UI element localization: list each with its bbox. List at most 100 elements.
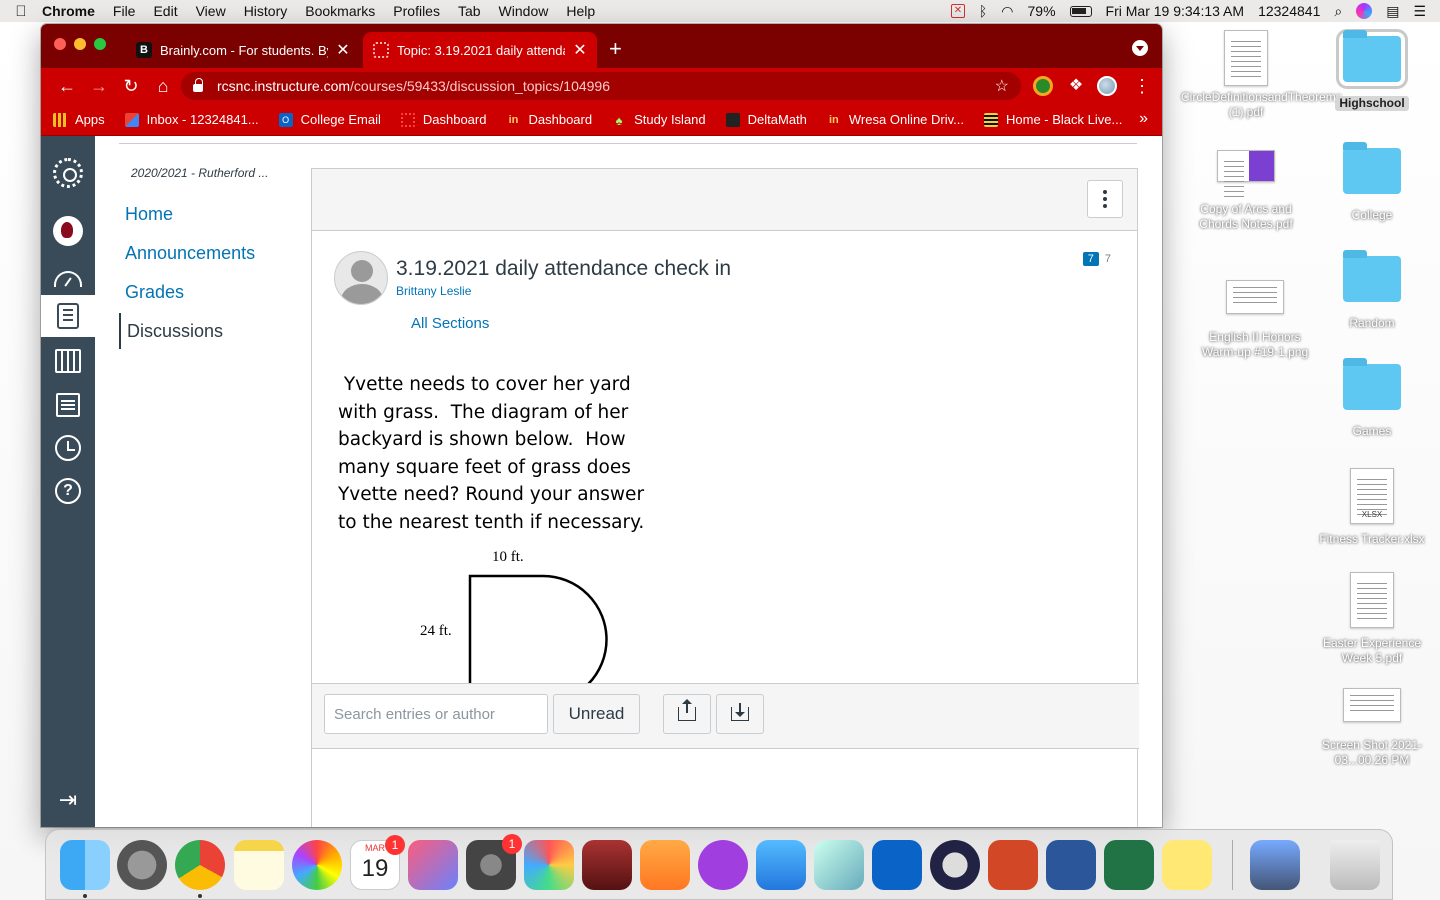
menu-bookmarks[interactable]: Bookmarks [305, 3, 375, 19]
canvas-logo-link[interactable] [41, 152, 95, 194]
back-arrow-icon[interactable]: ← [51, 72, 83, 100]
discussion-author-link[interactable]: Brittany Leslie [396, 284, 471, 298]
finder-icon[interactable] [60, 840, 110, 890]
battery-percent[interactable]: 79% [1028, 3, 1056, 19]
spotlight-icon[interactable]: ⌕ [1334, 3, 1342, 20]
expand-threads-button[interactable] [663, 694, 711, 734]
control-center-icon[interactable]: ▤ [1386, 3, 1399, 20]
podcasts-icon[interactable] [698, 840, 748, 890]
chrome-icon[interactable] [175, 840, 225, 890]
chrome-menu-kebab-icon[interactable]: ⋮ [1133, 76, 1151, 96]
courses-nav-item[interactable] [41, 295, 95, 337]
apple-menu-icon[interactable]:  [0, 3, 42, 20]
system-preferences-gear-icon[interactable]: 1 [466, 834, 522, 890]
bookmark-blm[interactable]: Home - Black Live... [984, 112, 1122, 127]
desktop-folder-highschool[interactable]: Highschool [1307, 29, 1437, 112]
stickies-icon[interactable] [1162, 840, 1212, 890]
siri-icon[interactable] [1356, 3, 1373, 19]
course-nav-home[interactable]: Home [119, 202, 309, 241]
bookmark-study-island[interactable]: ♠ Study Island [612, 112, 706, 128]
address-bar[interactable]: rcsnc.instructure.com/courses/59433/disc… [181, 72, 1021, 100]
menu-tab[interactable]: Tab [458, 3, 481, 19]
pages-icon[interactable] [640, 840, 690, 890]
trash-icon[interactable] [1330, 840, 1380, 890]
tab-search-icon[interactable] [1132, 40, 1148, 56]
bookmark-deltamath[interactable]: DeltaMath [725, 112, 807, 127]
app-grid-icon[interactable] [524, 840, 574, 890]
menu-help[interactable]: Help [566, 3, 595, 19]
calendar-nav-item[interactable] [41, 340, 95, 382]
menu-edit[interactable]: Edit [153, 3, 177, 19]
extensions-puzzle-icon[interactable]: ❖ [1066, 76, 1086, 96]
fullscreen-window-button[interactable] [94, 38, 106, 50]
powerpoint-icon[interactable] [988, 840, 1038, 890]
collapse-threads-button[interactable] [716, 694, 764, 734]
account-nav-item[interactable] [41, 210, 95, 252]
menubar-user[interactable]: 12324841 [1258, 3, 1320, 19]
image-capture-icon[interactable] [1250, 840, 1300, 890]
battery-icon[interactable] [1069, 5, 1092, 17]
tab-brainly[interactable]: B Brainly.com - For students. By ✕ [126, 32, 360, 68]
photos-icon[interactable] [292, 840, 342, 890]
wifi-icon[interactable]: ◠ [1001, 3, 1013, 20]
desktop-file-circle-definitions[interactable]: CircleDefinitionsandTheorems (1).pdf [1181, 30, 1342, 120]
preview-eagle-icon[interactable] [814, 840, 864, 890]
history-nav-item[interactable] [41, 427, 95, 469]
quicktime-icon[interactable] [930, 840, 980, 890]
menubar-clock[interactable]: Fri Mar 19 9:34:13 AM [1106, 3, 1245, 19]
course-nav-discussions[interactable]: Discussions [119, 313, 309, 349]
tab-canvas-topic[interactable]: Topic: 3.19.2021 daily attendan ✕ [363, 32, 597, 68]
menu-window[interactable]: Window [499, 3, 549, 19]
desktop-file-english-warmup[interactable]: English II Honors Warm-up #19-1.png [1190, 280, 1320, 360]
bookmark-star-icon[interactable]: ☆ [995, 76, 1009, 96]
help-nav-item[interactable]: ? [41, 470, 95, 512]
extension-timer-icon[interactable] [1033, 76, 1053, 96]
menu-history[interactable]: History [244, 3, 288, 19]
profile-avatar-icon[interactable] [1097, 76, 1117, 96]
inbox-nav-item[interactable] [41, 384, 95, 426]
reload-icon[interactable]: ↻ [115, 72, 147, 100]
desktop-file-screenshot[interactable]: Screen Shot 2021-03...00.26 PM [1307, 688, 1437, 768]
desktop-file-arcs-chords[interactable]: Copy of Arcs and Chords Notes.pdf [1181, 150, 1311, 232]
lock-icon[interactable] [193, 78, 203, 92]
launchpad-rocket-icon[interactable] [117, 840, 167, 890]
dashboard-nav-item[interactable] [41, 258, 95, 300]
desktop-folder-games[interactable]: Games [1307, 358, 1437, 439]
bookmark-apps[interactable]: Apps [53, 112, 105, 127]
menu-file[interactable]: File [113, 3, 136, 19]
home-icon[interactable]: ⌂ [147, 72, 179, 100]
bookmark-dashboard-tin[interactable]: in Dashboard [506, 112, 593, 127]
close-tab-icon[interactable]: ✕ [336, 40, 350, 60]
course-nav-announcements[interactable]: Announcements [119, 241, 309, 280]
desktop-folder-college[interactable]: College [1307, 142, 1437, 223]
search-entries-input[interactable] [324, 694, 548, 734]
excel-icon[interactable] [1104, 840, 1154, 890]
minimize-window-button[interactable] [74, 38, 86, 50]
forward-arrow-icon[interactable]: → [83, 72, 115, 100]
bookmark-dashboard-canvas[interactable]: Dashboard [400, 112, 486, 127]
unread-filter-button[interactable]: Unread [553, 694, 640, 734]
calendar-icon[interactable]: MAR 19 1 [350, 835, 405, 890]
menu-view[interactable]: View [196, 3, 226, 19]
desktop-file-easter-experience[interactable]: Easter Experience Week 5.pdf [1307, 572, 1437, 666]
bluetooth-icon[interactable]: ᛒ [979, 3, 987, 19]
bookmark-wresa[interactable]: in Wresa Online Driv... [827, 112, 964, 127]
discussion-sections-link[interactable]: All Sections [411, 315, 489, 332]
new-tab-plus-icon[interactable]: + [609, 36, 622, 62]
keynote-icon[interactable] [756, 840, 806, 890]
bookmarks-overflow-chevron-icon[interactable]: » [1139, 110, 1148, 128]
music-icon[interactable] [408, 840, 458, 890]
close-tab-icon[interactable]: ✕ [573, 40, 587, 60]
desktop-file-fitness-tracker[interactable]: XLSX Fitness Tracker.xlsx [1307, 468, 1437, 547]
close-window-button[interactable] [54, 38, 66, 50]
menubar-app-name[interactable]: Chrome [42, 3, 95, 19]
word-icon[interactable] [1046, 840, 1096, 890]
desktop-folder-random[interactable]: Random [1307, 250, 1437, 331]
discussion-options-kebab-icon[interactable] [1087, 180, 1123, 218]
menubar-extension-icon[interactable]: ✕ [950, 4, 965, 18]
bookmark-college-email[interactable]: O College Email [278, 112, 381, 127]
collapse-nav-button[interactable]: ⇥ [41, 779, 95, 821]
notification-center-icon[interactable]: ☰ [1413, 3, 1426, 20]
menu-profiles[interactable]: Profiles [393, 3, 440, 19]
bookmark-inbox[interactable]: Inbox - 12324841... [124, 112, 259, 127]
